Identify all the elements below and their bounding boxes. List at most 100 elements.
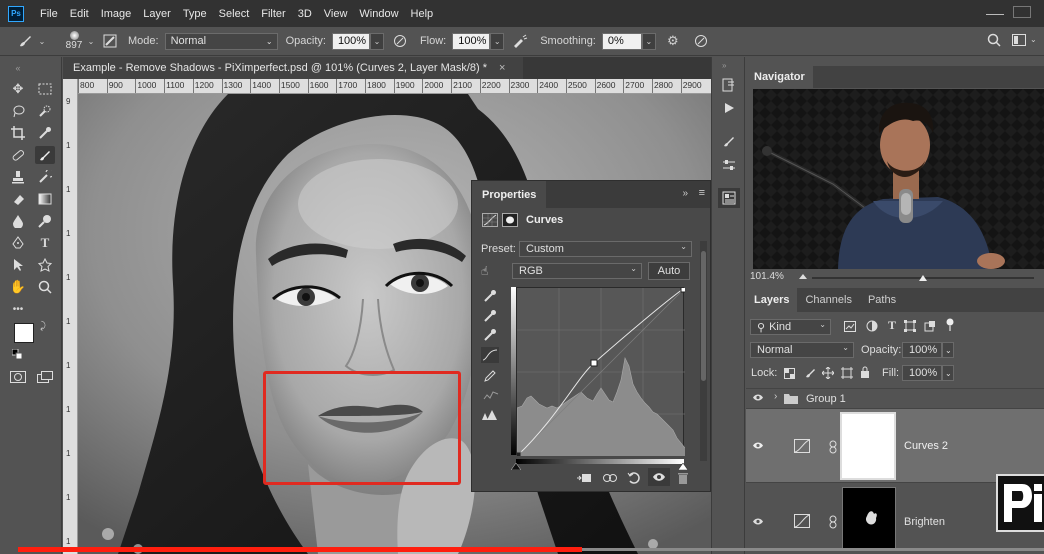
tab-layers[interactable]: Layers bbox=[746, 288, 798, 312]
fill-slider-button[interactable]: ⌄ bbox=[942, 365, 954, 381]
panel-menu-icon[interactable]: ≡ bbox=[699, 187, 705, 199]
lock-image-icon[interactable] bbox=[804, 367, 816, 382]
actions-play-icon[interactable] bbox=[718, 98, 740, 118]
gradient-tool-icon[interactable] bbox=[35, 190, 55, 208]
blend-mode-dropdown[interactable]: Normal ⌄ bbox=[750, 342, 854, 358]
scrollbar-thumb[interactable] bbox=[701, 251, 706, 381]
preset-dropdown[interactable]: Custom ⌄ bbox=[519, 241, 692, 257]
default-colors-icon[interactable] bbox=[11, 348, 23, 360]
layer-mask-thumbnail[interactable] bbox=[842, 487, 896, 549]
pressure-opacity-icon[interactable] bbox=[388, 34, 412, 48]
pencil-draw-icon[interactable] bbox=[483, 369, 497, 386]
clipping-warning-icon[interactable] bbox=[481, 409, 499, 424]
blur-tool-icon[interactable] bbox=[8, 212, 28, 230]
history-panel-icon[interactable] bbox=[718, 75, 740, 95]
dodge-tool-icon[interactable] bbox=[35, 212, 55, 230]
view-previous-state-icon[interactable] bbox=[602, 472, 618, 487]
menu-edit[interactable]: Edit bbox=[64, 8, 95, 20]
mode-dropdown[interactable]: Normal ⌄ bbox=[164, 32, 278, 50]
layer-row-curves-selected[interactable]: Curves 2 bbox=[746, 408, 1044, 482]
white-input-slider[interactable] bbox=[677, 461, 689, 471]
collapse-arrows-icon[interactable]: » bbox=[722, 61, 726, 70]
opacity-slider-button[interactable]: ⌄ bbox=[369, 32, 384, 50]
filter-shape-icon[interactable] bbox=[904, 320, 916, 335]
menu-file[interactable]: File bbox=[34, 8, 64, 20]
layer-filter-dropdown[interactable]: ⚲ Kind ⌄ bbox=[750, 319, 831, 335]
lock-position-icon[interactable] bbox=[821, 366, 835, 382]
layer-mask-icon[interactable] bbox=[502, 213, 518, 227]
chevron-down-icon[interactable]: ⌄ bbox=[38, 37, 46, 46]
hand-tool-icon[interactable]: ✋ bbox=[8, 278, 28, 296]
black-point-eyedropper-icon[interactable] bbox=[483, 289, 497, 306]
menu-window[interactable]: Window bbox=[353, 8, 404, 20]
brush-settings-icon[interactable] bbox=[100, 34, 120, 48]
restore-button[interactable] bbox=[1013, 6, 1031, 18]
layer-row-group[interactable]: › Group 1 bbox=[746, 388, 1044, 408]
chevron-down-icon[interactable]: ⌄ bbox=[86, 37, 96, 46]
healing-brush-tool-icon[interactable] bbox=[8, 146, 28, 164]
custom-shape-tool-icon[interactable] bbox=[35, 256, 55, 274]
filter-toggle-icon[interactable] bbox=[946, 318, 954, 335]
lasso-tool-icon[interactable] bbox=[8, 102, 28, 120]
pen-tool-icon[interactable] bbox=[8, 234, 28, 252]
search-icon[interactable] bbox=[987, 33, 1001, 47]
eyedropper-tool-icon[interactable] bbox=[35, 124, 55, 142]
reset-adjustment-icon[interactable] bbox=[627, 471, 641, 488]
channel-dropdown[interactable]: RGB ⌄ bbox=[512, 263, 642, 279]
airbrush-icon[interactable] bbox=[508, 34, 532, 48]
clip-to-layer-icon[interactable] bbox=[576, 472, 592, 487]
lock-all-icon[interactable] bbox=[860, 366, 870, 381]
crop-tool-icon[interactable] bbox=[8, 124, 28, 142]
zoom-slider-thumb[interactable] bbox=[918, 273, 928, 285]
lock-transparent-icon[interactable] bbox=[784, 368, 795, 382]
zoom-out-icon[interactable] bbox=[798, 271, 808, 283]
menu-layer[interactable]: Layer bbox=[137, 8, 177, 20]
horizontal-ruler[interactable]: 800 900 1000 1100 1200 1300 1400 1500 1600 1700 18… bbox=[78, 79, 711, 94]
layer-opacity-field[interactable]: 100% bbox=[902, 342, 942, 358]
menu-3d[interactable]: 3D bbox=[292, 8, 318, 20]
lock-artboard-icon[interactable] bbox=[841, 367, 853, 382]
brush-preset-picker[interactable]: 897 bbox=[62, 31, 86, 51]
flow-field[interactable]: 100% bbox=[452, 32, 491, 50]
smoothing-field[interactable]: 0% bbox=[601, 32, 642, 50]
fill-field[interactable]: 100% bbox=[902, 365, 942, 381]
type-tool-icon[interactable]: T bbox=[35, 234, 55, 252]
visibility-eye-icon[interactable] bbox=[752, 517, 764, 529]
menu-type[interactable]: Type bbox=[177, 8, 213, 20]
document-tab[interactable]: Example - Remove Shadows - PiXimperfect.… bbox=[63, 57, 523, 79]
properties-panel-icon[interactable] bbox=[718, 188, 740, 208]
gray-point-eyedropper-icon[interactable] bbox=[483, 309, 497, 326]
menu-filter[interactable]: Filter bbox=[255, 8, 291, 20]
zoom-tool-icon[interactable] bbox=[35, 278, 55, 296]
menu-image[interactable]: Image bbox=[95, 8, 138, 20]
filter-pixel-icon[interactable] bbox=[844, 321, 856, 335]
close-tab-icon[interactable]: × bbox=[499, 62, 505, 74]
target-adjustment-icon[interactable]: ☝ bbox=[481, 264, 488, 278]
visibility-eye-icon[interactable] bbox=[752, 441, 764, 453]
tab-navigator[interactable]: Navigator bbox=[746, 66, 813, 88]
tab-channels[interactable]: Channels bbox=[797, 288, 859, 312]
filter-type-icon[interactable]: T bbox=[888, 318, 896, 333]
opacity-field[interactable]: 100% bbox=[331, 32, 370, 50]
expand-arrows-icon[interactable]: » bbox=[682, 188, 688, 199]
properties-scrollbar[interactable] bbox=[700, 241, 707, 461]
foreground-color-swatch[interactable] bbox=[14, 323, 34, 343]
menu-select[interactable]: Select bbox=[213, 8, 256, 20]
black-input-slider[interactable] bbox=[510, 461, 522, 471]
menu-help[interactable]: Help bbox=[405, 8, 440, 20]
visibility-eye-icon[interactable] bbox=[752, 393, 764, 405]
quick-selection-tool-icon[interactable] bbox=[35, 102, 55, 120]
history-brush-tool-icon[interactable] bbox=[35, 168, 55, 186]
clone-stamp-tool-icon[interactable] bbox=[8, 168, 28, 186]
tab-properties[interactable]: Properties bbox=[472, 181, 547, 208]
trash-icon[interactable] bbox=[677, 471, 689, 488]
layer-opacity-slider-button[interactable]: ⌄ bbox=[942, 342, 954, 358]
auto-button[interactable]: Auto bbox=[648, 262, 690, 280]
adjustments-panel-icon[interactable] bbox=[718, 155, 740, 175]
brush-tool-icon[interactable] bbox=[35, 146, 55, 164]
filter-smart-object-icon[interactable] bbox=[924, 320, 936, 335]
brush-settings-panel-icon[interactable] bbox=[718, 131, 740, 151]
visibility-eye-icon[interactable] bbox=[648, 468, 670, 486]
menu-view[interactable]: View bbox=[318, 8, 354, 20]
screen-mode-icon[interactable] bbox=[35, 368, 55, 386]
